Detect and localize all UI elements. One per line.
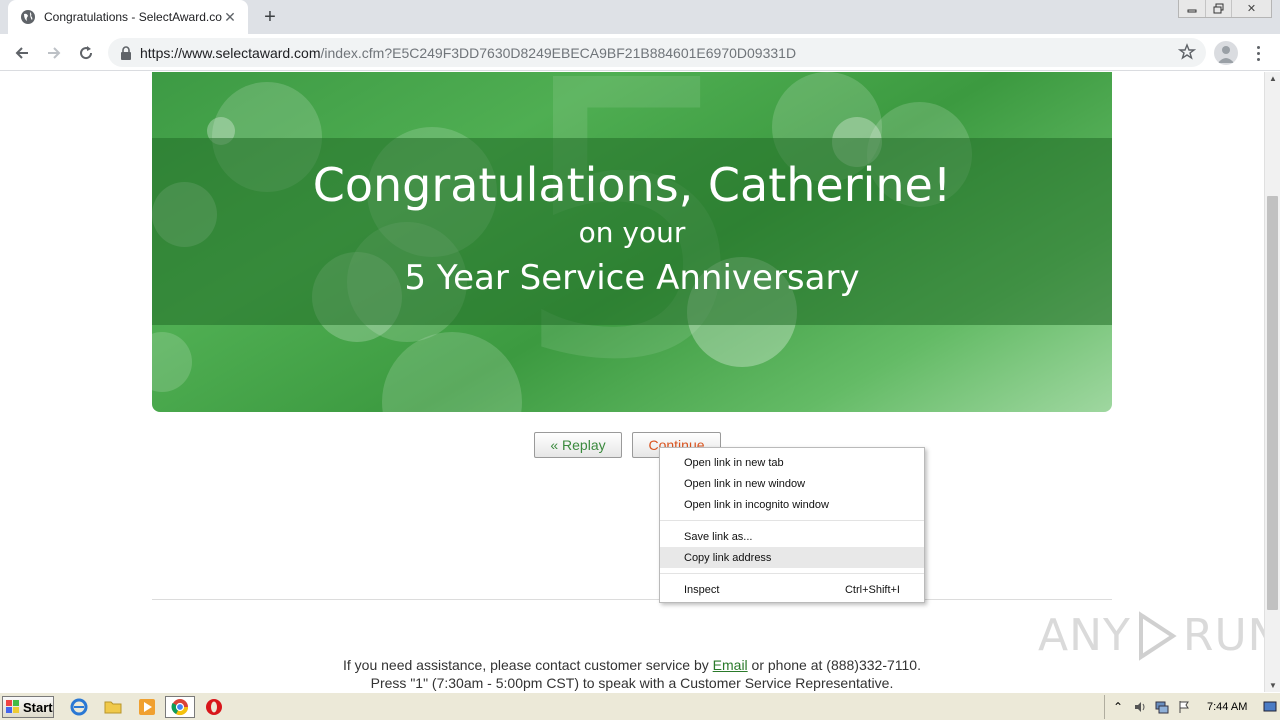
tab-strip: Congratulations - SelectAward.com ✕ + ✕ xyxy=(0,0,1280,34)
menu-item-label: Open link in new window xyxy=(684,477,806,490)
folder-icon[interactable] xyxy=(98,696,128,718)
globe-icon xyxy=(21,10,35,24)
volume-icon[interactable] xyxy=(1131,699,1149,715)
menu-item-shortcut: Ctrl+Shift+I xyxy=(844,583,900,596)
footer-line-1-after: or phone at (888)332-7110. xyxy=(747,657,921,673)
play-icon xyxy=(1138,610,1177,661)
menu-item-label: Open link in incognito window xyxy=(684,498,829,511)
menu-item-label: Save link as... xyxy=(684,530,753,543)
footer-text: If you need assistance, please contact c… xyxy=(0,656,1264,692)
address-bar[interactable]: https://www.selectaward.com/index.cfm?E5… xyxy=(108,38,1206,67)
context-menu: Open link in new tab Open link in new wi… xyxy=(659,447,925,603)
show-desktop-icon[interactable] xyxy=(1261,699,1279,715)
taskbar-clock[interactable]: 7:44 AM xyxy=(1207,701,1247,713)
menu-separator xyxy=(660,520,924,521)
restore-icon[interactable] xyxy=(1205,0,1231,17)
system-tray: ⌃ 7:44 AM xyxy=(1104,695,1280,719)
internet-explorer-icon[interactable] xyxy=(64,696,94,718)
close-tab-icon[interactable]: ✕ xyxy=(222,9,238,25)
forward-arrow-icon[interactable] xyxy=(42,41,66,65)
reload-icon[interactable] xyxy=(74,41,98,65)
anniversary-text: 5 Year Service Anniversary xyxy=(404,258,860,298)
menu-item-label: Copy link address xyxy=(684,551,772,564)
back-arrow-icon[interactable] xyxy=(10,41,34,65)
url-host: https://www.selectaward.com xyxy=(140,44,321,61)
footer-line-2: Press "1" (7:30am - 5:00pm CST) to speak… xyxy=(370,675,894,691)
menu-item-copy-link[interactable]: Copy link address xyxy=(660,547,924,568)
menu-separator xyxy=(660,573,924,574)
menu-item-label: Inspect xyxy=(684,583,720,596)
browser-toolbar: https://www.selectaward.com/index.cfm?E5… xyxy=(0,34,1280,71)
windows-logo-icon xyxy=(6,700,19,713)
show-hidden-icons-icon[interactable]: ⌃ xyxy=(1109,699,1127,715)
anyrun-watermark: ANY RUN xyxy=(1038,610,1264,661)
browser-menu-icon[interactable] xyxy=(1250,41,1266,65)
vertical-scrollbar[interactable]: ▲ ▼ xyxy=(1264,72,1280,692)
menu-item-save-link[interactable]: Save link as... xyxy=(660,526,924,547)
new-tab-button[interactable]: + xyxy=(258,6,282,28)
browser-tab[interactable]: Congratulations - SelectAward.com ✕ xyxy=(8,0,248,34)
url-path: /index.cfm?E5C249F3DD7630D8249EBECA9BF21… xyxy=(320,44,797,61)
decorative-bubble xyxy=(152,332,192,392)
menu-item-open-incognito[interactable]: Open link in incognito window xyxy=(660,494,924,515)
footer-line-1-before: If you need assistance, please contact c… xyxy=(343,657,713,673)
lock-icon xyxy=(121,45,131,60)
media-player-icon[interactable] xyxy=(132,696,162,718)
tab-title: Congratulations - SelectAward.com xyxy=(44,10,222,24)
window-controls: ✕ xyxy=(1178,0,1272,18)
menu-item-label: Open link in new tab xyxy=(684,456,784,469)
opera-icon[interactable] xyxy=(199,696,229,718)
scroll-down-icon[interactable]: ▼ xyxy=(1269,681,1277,690)
bookmark-star-icon[interactable] xyxy=(1178,43,1196,61)
scroll-up-icon[interactable]: ▲ xyxy=(1269,74,1277,83)
start-label: Start xyxy=(23,699,53,715)
chrome-icon[interactable] xyxy=(165,696,195,718)
scrollbar-thumb[interactable] xyxy=(1267,196,1278,610)
footer-divider xyxy=(152,599,1112,600)
anniversary-banner: 5 Congratulations, Catherine! on your 5 … xyxy=(152,72,1112,412)
watermark-left: ANY xyxy=(1038,610,1131,661)
minimize-icon[interactable] xyxy=(1179,0,1205,17)
congratulations-heading: Congratulations, Catherine! xyxy=(312,158,952,212)
profile-avatar-icon[interactable] xyxy=(1214,41,1238,65)
menu-item-inspect[interactable]: Inspect Ctrl+Shift+I xyxy=(660,579,924,600)
action-center-flag-icon[interactable] xyxy=(1175,699,1193,715)
network-icon[interactable] xyxy=(1153,699,1171,715)
menu-item-open-new-tab[interactable]: Open link in new tab xyxy=(660,452,924,473)
watermark-right: RUN xyxy=(1182,610,1264,661)
replay-button[interactable]: « Replay xyxy=(534,432,622,458)
start-button[interactable]: Start xyxy=(2,696,54,718)
email-link[interactable]: Email xyxy=(713,657,748,673)
menu-item-open-new-window[interactable]: Open link in new window xyxy=(660,473,924,494)
taskbar: Start ⌃ 7:44 AM xyxy=(0,692,1280,720)
page-viewport: 5 Congratulations, Catherine! on your 5 … xyxy=(0,72,1264,692)
close-window-icon[interactable]: ✕ xyxy=(1231,0,1271,17)
url-text: https://www.selectaward.com/index.cfm?E5… xyxy=(140,45,796,61)
on-your-text: on your xyxy=(578,216,686,249)
decorative-bubble xyxy=(382,332,522,412)
